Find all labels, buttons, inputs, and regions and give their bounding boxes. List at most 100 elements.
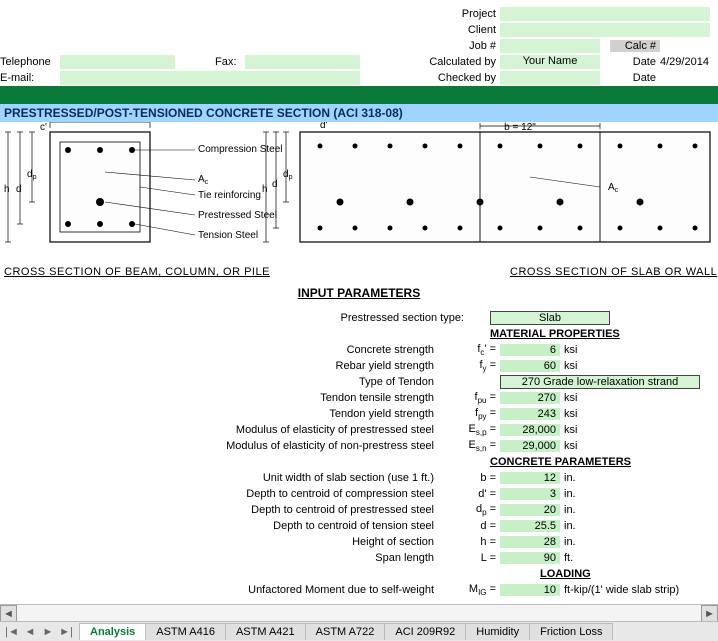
date-label-1: Date bbox=[610, 56, 660, 68]
param-row: Depth to centroid of tension steeld =25.… bbox=[0, 518, 718, 534]
client-field[interactable] bbox=[500, 23, 710, 37]
label-tension-steel: Tension Steel bbox=[198, 230, 258, 241]
param-row: Type of Tendon 270 Grade low-relaxation s… bbox=[0, 374, 718, 390]
param-symbol: b = bbox=[440, 472, 500, 484]
param-label: Unit width of slab section (use 1 ft.) bbox=[0, 472, 440, 484]
param-symbol: h = bbox=[440, 536, 500, 548]
param-symbol: dp = bbox=[440, 503, 500, 517]
param-row: Tendon yield strengthfpy =243ksi bbox=[0, 406, 718, 422]
tab-aci-209r92[interactable]: ACI 209R92 bbox=[384, 623, 466, 640]
input-parameters-heading: INPUT PARAMETERS bbox=[0, 286, 718, 300]
horizontal-scrollbar[interactable]: ◄ ► bbox=[0, 604, 718, 621]
param-unit: ksi bbox=[560, 424, 710, 436]
param-label: Rebar yield strength bbox=[0, 360, 440, 372]
param-row: Modulus of elasticity of prestressed ste… bbox=[0, 422, 718, 438]
param-symbol: L = bbox=[440, 552, 500, 564]
tab-nav-first-icon[interactable]: |◄ bbox=[4, 626, 20, 638]
tab-humidity[interactable]: Humidity bbox=[465, 623, 530, 640]
tab-nav-next-icon[interactable]: ► bbox=[40, 626, 56, 638]
param-unit: ksi bbox=[560, 440, 710, 452]
tab-astm-a722[interactable]: ASTM A722 bbox=[305, 623, 386, 640]
param-symbol: d = bbox=[440, 520, 500, 532]
param-unit: ft-kip/(1' wide slab strip) bbox=[560, 584, 710, 596]
param-row: Modulus of elasticity of non-prestress s… bbox=[0, 438, 718, 454]
param-symbol: fpu = bbox=[440, 391, 500, 405]
param-label: Type of Tendon bbox=[0, 376, 440, 388]
title-bar: PRESTRESSED/POST-TENSIONED CONCRETE SECT… bbox=[0, 104, 718, 122]
job-field[interactable] bbox=[500, 39, 600, 53]
param-value[interactable]: 90 bbox=[500, 552, 560, 564]
calc-by-label: Calculated by bbox=[400, 56, 500, 68]
param-row: Span lengthL =90ft. bbox=[0, 550, 718, 566]
tab-astm-a421[interactable]: ASTM A421 bbox=[225, 623, 306, 640]
concrete-params-heading: CONCRETE PARAMETERS bbox=[490, 456, 631, 468]
scroll-left-icon[interactable]: ◄ bbox=[0, 605, 17, 622]
tab-nav-last-icon[interactable]: ►| bbox=[58, 626, 74, 638]
worksheet: Project Client Job # Calc # Telephone Fa… bbox=[0, 0, 718, 641]
param-row: Concrete strengthfc' =6ksi bbox=[0, 342, 718, 358]
param-unit: ft. bbox=[560, 552, 710, 564]
job-label: Job # bbox=[400, 40, 500, 52]
param-unit: ksi bbox=[560, 360, 710, 372]
param-label: Concrete strength bbox=[0, 344, 440, 356]
diagram-area: h d dp c' bbox=[0, 122, 718, 262]
tab-friction-loss[interactable]: Friction Loss bbox=[529, 623, 613, 640]
section-type-value[interactable]: Slab bbox=[490, 311, 610, 325]
param-value[interactable]: 29,000 bbox=[500, 440, 560, 452]
param-value[interactable]: 28,000 bbox=[500, 424, 560, 436]
scroll-right-icon[interactable]: ► bbox=[701, 605, 718, 622]
param-unit: in. bbox=[560, 520, 710, 532]
fax-field[interactable] bbox=[245, 55, 360, 69]
client-label: Client bbox=[400, 24, 500, 36]
svg-text:d': d' bbox=[320, 122, 328, 131]
param-unit: in. bbox=[560, 504, 710, 516]
tab-analysis[interactable]: Analysis bbox=[79, 623, 146, 640]
param-label: Unfactored Moment due to self-weight bbox=[0, 584, 440, 596]
svg-text:Ac: Ac bbox=[198, 174, 209, 186]
cross-section-svg: h d dp c' bbox=[0, 122, 718, 262]
param-label: Span length bbox=[0, 552, 440, 564]
date-label-2: Date bbox=[610, 72, 660, 84]
param-symbol: d' = bbox=[440, 488, 500, 500]
section-type-label: Prestressed section type: bbox=[0, 312, 470, 324]
param-value[interactable]: 25.5 bbox=[500, 520, 560, 532]
svg-text:h: h bbox=[4, 184, 10, 195]
param-unit: in. bbox=[560, 472, 710, 484]
param-value[interactable]: 20 bbox=[500, 504, 560, 516]
param-value[interactable]: 10 bbox=[500, 584, 560, 596]
date-value: 4/29/2014 bbox=[660, 56, 715, 68]
param-value[interactable]: 6 bbox=[500, 344, 560, 356]
tab-nav-prev-icon[interactable]: ◄ bbox=[22, 626, 38, 638]
param-value[interactable]: 3 bbox=[500, 488, 560, 500]
label-prestressed-steel: Prestressed Steel bbox=[198, 210, 277, 221]
calc-by-field[interactable]: Your Name bbox=[500, 55, 600, 69]
param-unit: in. bbox=[560, 536, 710, 548]
slab-caption: CROSS SECTION OF SLAB OR WALL bbox=[510, 266, 717, 278]
param-value[interactable]: 12 bbox=[500, 472, 560, 484]
param-row: Tendon tensile strengthfpu =270ksi bbox=[0, 390, 718, 406]
param-label: Modulus of elasticity of non-prestress s… bbox=[0, 440, 440, 452]
param-value[interactable]: 243 bbox=[500, 408, 560, 420]
material-props-heading: MATERIAL PROPERTIES bbox=[490, 328, 620, 340]
project-field[interactable] bbox=[500, 7, 710, 21]
calc-num-label: Calc # bbox=[610, 40, 660, 52]
param-label: Tendon yield strength bbox=[0, 408, 440, 420]
param-row: Unfactored Moment due to self-weightMIG … bbox=[0, 582, 718, 598]
checked-by-label: Checked by bbox=[400, 72, 500, 84]
svg-text:c': c' bbox=[40, 122, 47, 133]
param-value[interactable]: 270 Grade low-relaxation strand bbox=[500, 375, 700, 389]
param-value[interactable]: 60 bbox=[500, 360, 560, 372]
label-tie-reinforcing: Tie reinforcing bbox=[198, 190, 261, 201]
email-field[interactable] bbox=[60, 71, 360, 85]
checked-by-field[interactable] bbox=[500, 71, 600, 85]
param-unit: ksi bbox=[560, 344, 710, 356]
telephone-field[interactable] bbox=[60, 55, 175, 69]
email-label: E-mail: bbox=[0, 72, 60, 84]
svg-text:d: d bbox=[16, 184, 22, 195]
param-value[interactable]: 270 bbox=[500, 392, 560, 404]
param-label: Modulus of elasticity of prestressed ste… bbox=[0, 424, 440, 436]
param-label: Tendon tensile strength bbox=[0, 392, 440, 404]
param-value[interactable]: 28 bbox=[500, 536, 560, 548]
telephone-label: Telephone bbox=[0, 56, 60, 68]
tab-astm-a416[interactable]: ASTM A416 bbox=[145, 623, 226, 640]
